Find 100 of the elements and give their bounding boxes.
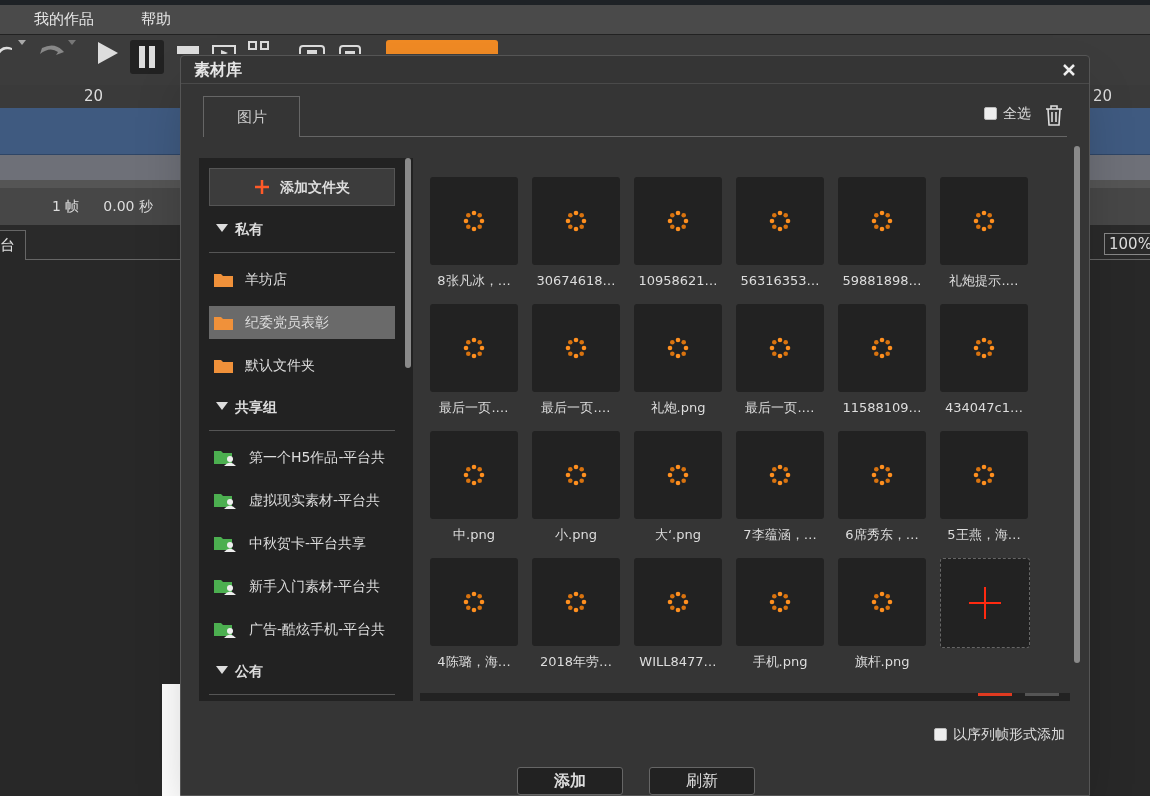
play-icon[interactable] xyxy=(96,40,118,66)
image-thumbnail[interactable] xyxy=(736,177,824,265)
scrollbar-thumb[interactable] xyxy=(1074,146,1080,663)
loading-spinner-icon xyxy=(972,209,996,233)
checkbox[interactable] xyxy=(934,728,947,741)
document-icon[interactable] xyxy=(338,42,362,54)
loading-spinner-icon xyxy=(462,463,486,487)
file-name: 中.png xyxy=(452,526,496,544)
image-thumbnail[interactable] xyxy=(838,177,926,265)
group-header[interactable]: 共享组 xyxy=(235,396,277,418)
tab[interactable]: 图片 xyxy=(203,96,300,137)
menu-item[interactable]: 帮助 xyxy=(141,8,171,31)
refresh-button[interactable]: 刷新 xyxy=(649,767,755,795)
file-name: 7李蕴涵，… xyxy=(742,526,818,544)
image-thumbnail[interactable] xyxy=(532,177,620,265)
loading-spinner-icon xyxy=(462,590,486,614)
shared-folder-icon xyxy=(214,535,237,552)
image-thumbnail[interactable] xyxy=(736,304,824,392)
image-thumbnail[interactable] xyxy=(838,431,926,519)
image-thumbnail[interactable] xyxy=(736,431,824,519)
close-icon[interactable] xyxy=(1062,62,1076,77)
publish-button[interactable] xyxy=(386,40,498,54)
loading-spinner-icon xyxy=(462,209,486,233)
caret-icon[interactable] xyxy=(68,40,76,46)
file-name: 大‘.png xyxy=(654,526,702,544)
image-thumbnail[interactable] xyxy=(430,558,518,646)
file-name: 旗杆.png xyxy=(853,653,911,671)
shared-folder-icon xyxy=(214,492,237,509)
image-thumbnail[interactable] xyxy=(430,177,518,265)
shared-folder-icon xyxy=(214,578,237,595)
file-name: 最后一页.… xyxy=(744,399,816,417)
image-thumbnail[interactable] xyxy=(940,304,1028,392)
image-thumbnail[interactable] xyxy=(634,558,722,646)
folder-item[interactable]: 中秋贺卡-平台共享 xyxy=(209,527,395,560)
folder-item[interactable]: 第一个H5作品-平台共 xyxy=(209,441,395,474)
folder-icon xyxy=(214,358,233,373)
folder-item[interactable]: 羊坊店 xyxy=(209,263,395,296)
loading-spinner-icon xyxy=(870,590,894,614)
file-name: 56316353… xyxy=(739,272,821,290)
loading-spinner-icon xyxy=(564,463,588,487)
folder-item[interactable]: 新手入门素材-平台共 xyxy=(209,570,395,603)
checkbox[interactable] xyxy=(984,107,997,120)
file-name: 礼炮.png xyxy=(649,399,707,417)
file-name: 5王燕，海… xyxy=(946,526,1022,544)
file-name: 30674618… xyxy=(535,272,617,290)
preview-icon[interactable] xyxy=(212,42,236,54)
file-name: 11588109… xyxy=(841,399,923,417)
plus-icon xyxy=(254,179,270,195)
ruler-label: 20 xyxy=(84,86,104,107)
image-thumbnail[interactable] xyxy=(940,177,1028,265)
add-folder-button[interactable]: 添加文件夹 xyxy=(209,168,395,206)
file-name: 2018年劳… xyxy=(538,653,614,671)
image-thumbnail[interactable] xyxy=(634,304,722,392)
stage-tab[interactable]: 台 xyxy=(0,230,26,260)
checkbox-label: 全选 xyxy=(1003,104,1031,123)
image-thumbnail[interactable] xyxy=(634,431,722,519)
loading-spinner-icon xyxy=(666,590,690,614)
scrollbar-thumb[interactable] xyxy=(405,158,411,368)
file-name: 礼炮提示.… xyxy=(948,272,1020,290)
image-thumbnail[interactable] xyxy=(430,304,518,392)
file-name: 最后一页.… xyxy=(540,399,612,417)
loading-spinner-icon xyxy=(768,463,792,487)
file-name: 8张凡冰，… xyxy=(436,272,512,290)
image-thumbnail[interactable] xyxy=(940,431,1028,519)
folder-item[interactable]: 虚拟现实素材-平台共 xyxy=(209,484,395,517)
caret-icon[interactable] xyxy=(18,40,26,46)
loading-spinner-icon xyxy=(666,336,690,360)
group-header[interactable]: 私有 xyxy=(235,218,263,240)
folder-item[interactable]: 默认文件夹 xyxy=(209,349,395,382)
image-thumbnail[interactable] xyxy=(532,558,620,646)
timeline-readout: 0.00 秒 xyxy=(103,197,153,216)
folder-item[interactable]: 纪委党员表彰 xyxy=(209,306,395,339)
file-name: 最后一页.… xyxy=(438,399,510,417)
loading-spinner-icon xyxy=(972,336,996,360)
export-icon[interactable] xyxy=(298,42,326,54)
file-name: 434047c1… xyxy=(943,399,1024,417)
image-thumbnail[interactable] xyxy=(532,431,620,519)
image-thumbnail[interactable] xyxy=(838,304,926,392)
image-thumbnail[interactable] xyxy=(532,304,620,392)
pause-button[interactable] xyxy=(130,40,164,74)
loading-spinner-icon xyxy=(768,590,792,614)
loading-spinner-icon xyxy=(870,336,894,360)
group-header[interactable]: 公有 xyxy=(235,660,263,682)
add-button[interactable]: 添加 xyxy=(517,767,623,795)
file-name: 59881898… xyxy=(841,272,923,290)
menu-item[interactable]: 我的作品 xyxy=(34,8,94,31)
qr-code-icon[interactable] xyxy=(248,40,270,52)
image-thumbnail[interactable] xyxy=(838,558,926,646)
image-thumbnail[interactable] xyxy=(634,177,722,265)
file-name: 4陈璐，海… xyxy=(436,653,512,671)
loading-spinner-icon xyxy=(768,336,792,360)
loading-spinner-icon xyxy=(564,336,588,360)
dialog-title: 素材库 xyxy=(194,58,242,81)
folder-item[interactable]: 广告-酷炫手机-平台共 xyxy=(209,613,395,646)
checkbox-label: 以序列帧形式添加 xyxy=(953,725,1065,744)
image-thumbnail[interactable] xyxy=(736,558,824,646)
image-thumbnail[interactable] xyxy=(430,431,518,519)
pause-icon xyxy=(138,45,156,69)
trash-icon[interactable] xyxy=(1045,104,1063,126)
add-image-button[interactable] xyxy=(940,558,1030,648)
